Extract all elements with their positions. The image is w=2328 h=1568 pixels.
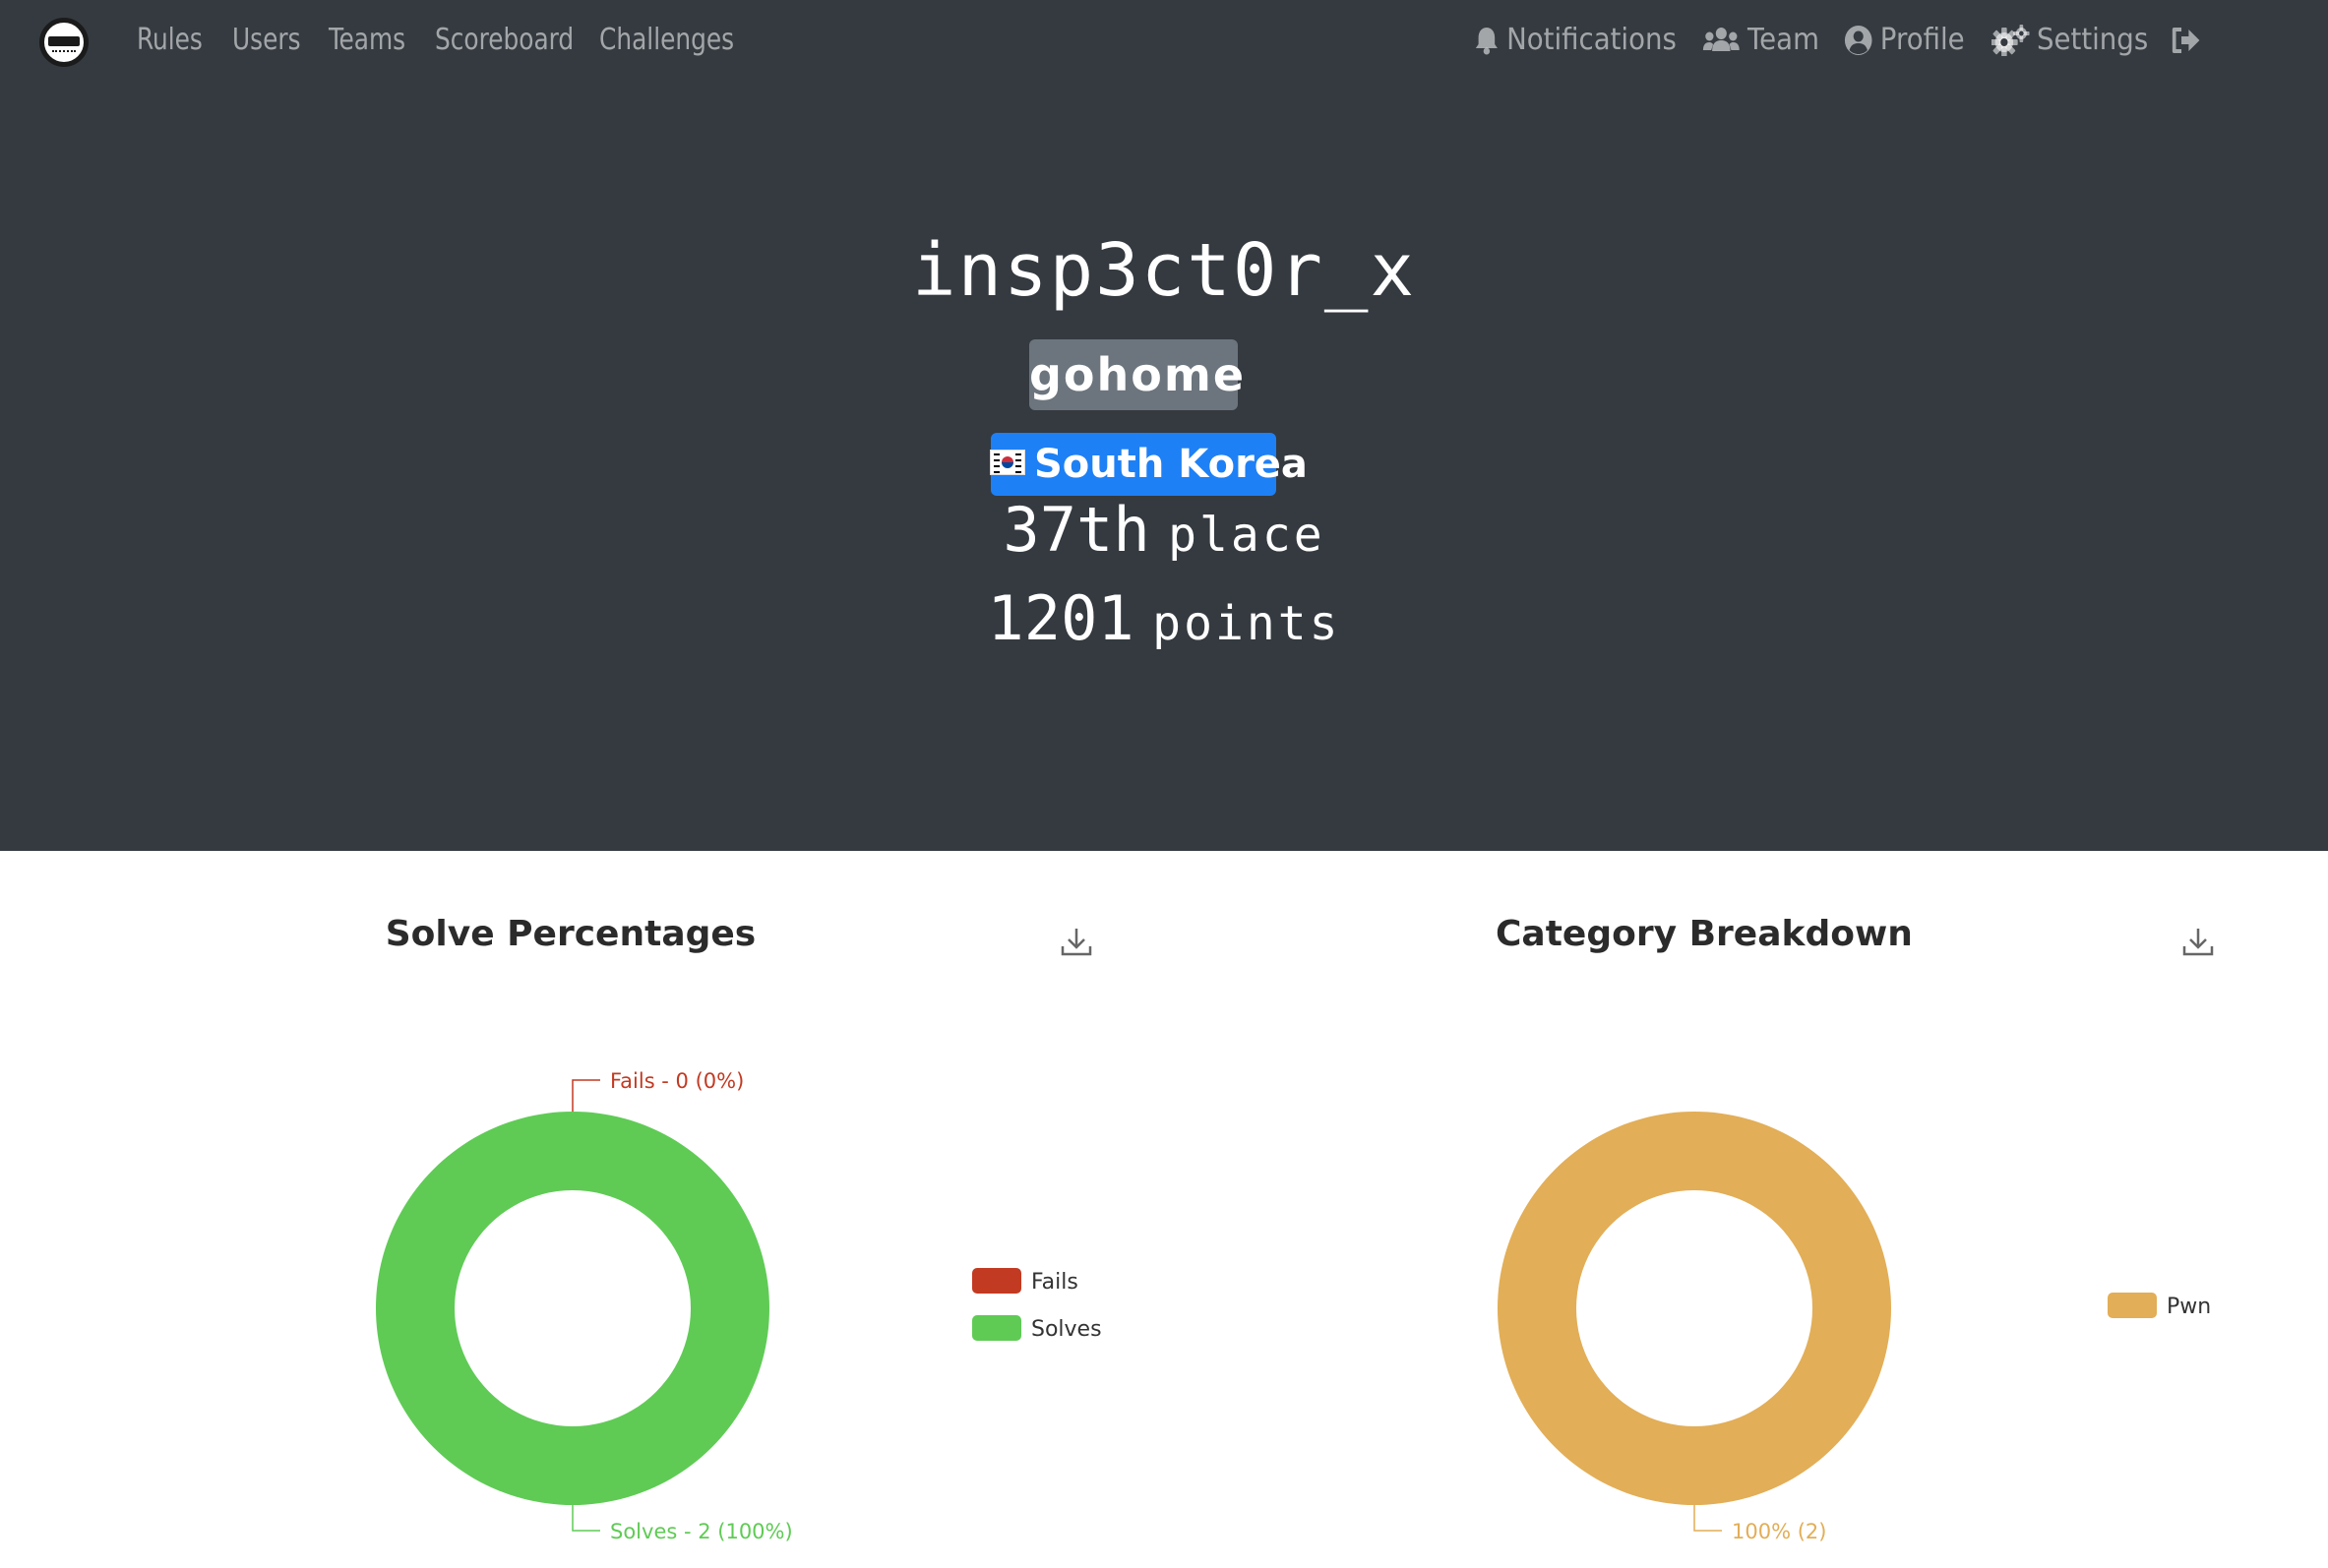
slice-solves (375, 1112, 769, 1505)
slice-label: Fails - 0 (0%) (610, 1069, 744, 1093)
label-leader (1693, 1505, 1722, 1532)
charts-canvas: Fails - 0 (0%) Solves - 2 (100%) Fails Solv… (375, 1069, 2211, 1543)
legend-swatch (972, 1315, 1021, 1341)
legend-swatch (972, 1268, 1021, 1294)
legend-label: Pwn (2167, 1295, 2211, 1319)
label-leader (572, 1079, 600, 1112)
legend-label: Fails (1031, 1270, 1078, 1295)
slice-label: Solves - 2 (100%) (610, 1520, 793, 1543)
slice-label: 100% (2) (1732, 1520, 1826, 1543)
slice-pwn (1497, 1112, 1891, 1505)
legend-swatch (2108, 1293, 2157, 1318)
legend-label: Solves (1031, 1317, 1102, 1342)
label-leader (572, 1505, 600, 1532)
